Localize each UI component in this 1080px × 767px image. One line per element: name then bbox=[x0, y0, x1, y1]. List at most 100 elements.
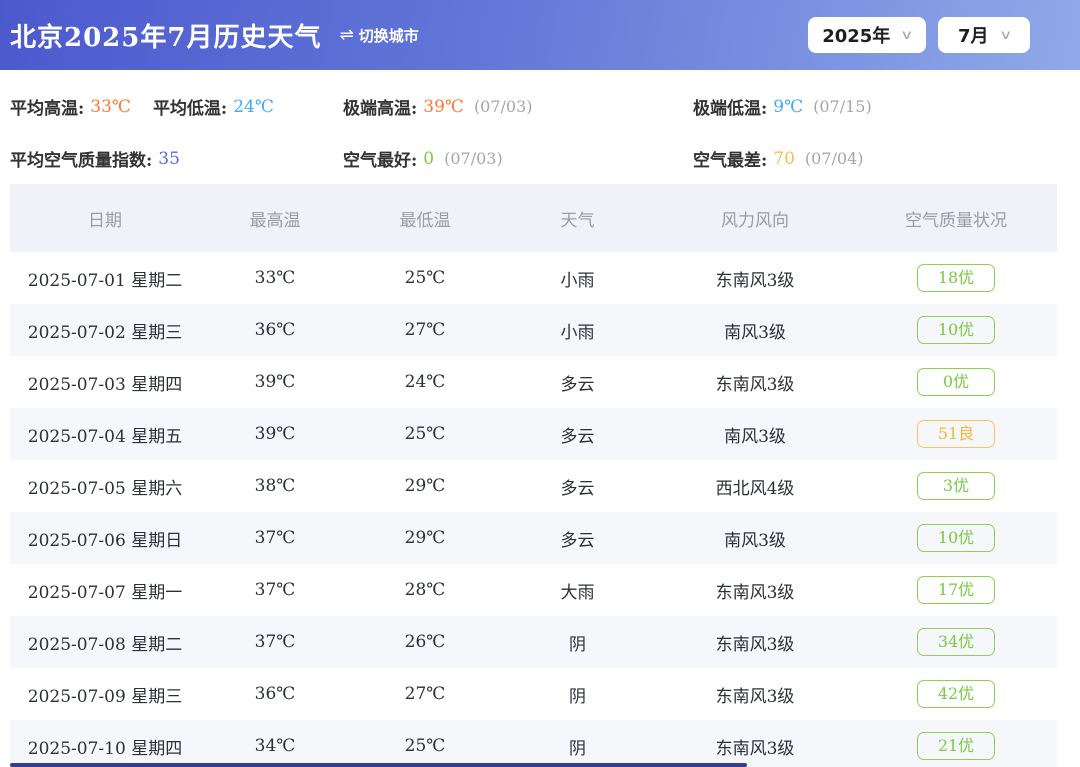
stat-best-air: 空气最好: 0 (07/03) bbox=[343, 148, 503, 172]
table-row: 2025-07-03 星期四 39℃ 24℃ 多云 东南风3级 0优 bbox=[10, 356, 1057, 408]
table-row: 2025-07-07 星期一 37℃ 28℃ 大雨 东南风3级 17优 bbox=[10, 564, 1057, 616]
weather-table: 日期 最高温 最低温 天气 风力风向 空气质量状况 2025-07-01 星期二… bbox=[10, 184, 1057, 767]
cell-aqi: 3优 bbox=[855, 460, 1057, 512]
table-row: 2025-07-05 星期六 38℃ 29℃ 多云 西北风4级 3优 bbox=[10, 460, 1057, 512]
cell-wind: 东南风3级 bbox=[715, 374, 795, 395]
cell-aqi: 10优 bbox=[855, 304, 1057, 356]
aqi-badge: 3优 bbox=[917, 472, 995, 500]
stat-avg-aqi: 平均空气质量指数: 35 bbox=[10, 148, 180, 172]
stat-avg-high: 平均高温: 33℃ bbox=[10, 96, 131, 120]
swap-arrows-icon: ⇌ bbox=[339, 25, 354, 45]
worst-air-value: 70 bbox=[773, 148, 795, 169]
cell-wind: 东南风3级 bbox=[655, 720, 855, 767]
col-header-date: 日期 bbox=[10, 184, 200, 252]
aqi-badge: 34优 bbox=[917, 628, 995, 656]
col-header-wind: 风力风向 bbox=[655, 184, 855, 252]
cell-low-temp: 25℃ bbox=[350, 720, 500, 767]
table-row: 2025-07-08 星期二 37℃ 26℃ 阴 东南风3级 34优 bbox=[10, 616, 1057, 668]
cell-high-temp: 38℃ bbox=[254, 476, 296, 496]
cell-low-temp: 28℃ bbox=[404, 580, 446, 600]
cell-date: 2025-07-02 星期三 bbox=[10, 304, 200, 356]
cell-weather: 阴 bbox=[569, 686, 586, 707]
aqi-badge: 17优 bbox=[917, 576, 995, 604]
cell-low-temp: 29℃ bbox=[350, 512, 500, 564]
cell-low-temp: 27℃ bbox=[404, 684, 446, 704]
cell-weather: 小雨 bbox=[560, 270, 595, 291]
chevron-down-icon: ∨ bbox=[900, 27, 914, 43]
cell-date: 2025-07-04 星期五 bbox=[10, 408, 200, 460]
cell-date: 2025-07-09 星期三 bbox=[27, 686, 183, 707]
cell-weather: 阴 bbox=[500, 720, 655, 767]
cell-date: 2025-07-10 星期四 bbox=[10, 720, 200, 767]
cell-weather: 多云 bbox=[500, 408, 655, 460]
cell-high-temp: 37℃ bbox=[200, 616, 350, 668]
extreme-high-value: 39℃ bbox=[423, 96, 464, 117]
cell-low-temp: 29℃ bbox=[404, 476, 446, 496]
table-row: 2025-07-01 星期二 33℃ 25℃ 小雨 东南风3级 18优 bbox=[10, 252, 1057, 304]
cell-date: 2025-07-05 星期六 bbox=[27, 478, 183, 499]
cell-date: 2025-07-06 星期日 bbox=[10, 512, 200, 564]
stat-extreme-high: 极端高温: 39℃ (07/03) bbox=[343, 96, 533, 120]
cell-weather: 多云 bbox=[560, 374, 595, 395]
cell-high-temp: 39℃ bbox=[254, 372, 296, 392]
avg-aqi-value: 35 bbox=[158, 148, 180, 169]
aqi-badge: 10优 bbox=[917, 524, 995, 552]
cell-date: 2025-07-03 星期四 bbox=[27, 374, 183, 395]
stat-extreme-low: 极端低温: 9℃ (07/15) bbox=[693, 96, 872, 120]
aqi-badge: 0优 bbox=[917, 368, 995, 396]
best-air-value: 0 bbox=[423, 148, 435, 169]
cell-weather: 多云 bbox=[560, 478, 595, 499]
extreme-high-date: (07/03) bbox=[473, 97, 533, 116]
cell-aqi: 21优 bbox=[855, 720, 1057, 767]
stat-avg-low: 平均低温: 24℃ bbox=[152, 96, 274, 120]
cell-wind: 南风3级 bbox=[655, 512, 855, 564]
col-header-aqi: 空气质量状况 bbox=[855, 184, 1057, 252]
aqi-badge: 10优 bbox=[917, 316, 995, 344]
table-row: 2025-07-09 星期三 36℃ 27℃ 阴 东南风3级 42优 bbox=[10, 668, 1057, 720]
aqi-badge: 51良 bbox=[917, 420, 995, 448]
weather-table-container: 日期 最高温 最低温 天气 风力风向 空气质量状况 2025-07-01 星期二… bbox=[10, 184, 1057, 767]
year-select[interactable]: 2025年 ∨ bbox=[808, 17, 926, 53]
cell-weather: 多云 bbox=[500, 512, 655, 564]
col-header-weather: 天气 bbox=[500, 184, 655, 252]
cell-wind: 东南风3级 bbox=[655, 616, 855, 668]
cell-high-temp: 37℃ bbox=[200, 512, 350, 564]
aqi-badge: 18优 bbox=[917, 264, 995, 292]
month-select-value: 7月 bbox=[957, 26, 989, 47]
table-row: 2025-07-06 星期日 37℃ 29℃ 多云 南风3级 10优 bbox=[10, 512, 1057, 564]
aqi-badge: 21优 bbox=[917, 732, 995, 760]
cell-aqi: 34优 bbox=[855, 616, 1057, 668]
cell-high-temp: 34℃ bbox=[200, 720, 350, 767]
page-banner: 北京2025年7月历史天气 ⇌ 切换城市 2025年 ∨ 7月 ∨ bbox=[0, 0, 1080, 70]
cell-low-temp: 27℃ bbox=[350, 304, 500, 356]
col-header-low: 最低温 bbox=[350, 184, 500, 252]
year-select-value: 2025年 bbox=[822, 26, 891, 47]
chevron-down-icon: ∨ bbox=[998, 27, 1012, 43]
stat-worst-air: 空气最差: 70 (07/04) bbox=[693, 148, 864, 172]
table-row: 2025-07-10 星期四 34℃ 25℃ 阴 东南风3级 21优 bbox=[10, 720, 1057, 767]
cell-wind: 南风3级 bbox=[655, 304, 855, 356]
extreme-low-date: (07/15) bbox=[813, 97, 872, 116]
cell-aqi: 10优 bbox=[855, 512, 1057, 564]
cell-aqi: 51良 bbox=[855, 408, 1057, 460]
page-title: 北京2025年7月历史天气 bbox=[10, 22, 322, 53]
cell-low-temp: 25℃ bbox=[404, 268, 446, 288]
horizontal-scrollbar-thumb[interactable] bbox=[10, 763, 747, 767]
cell-wind: 东南风3级 bbox=[715, 582, 795, 603]
month-select[interactable]: 7月 ∨ bbox=[938, 17, 1030, 53]
cell-weather: 阴 bbox=[500, 616, 655, 668]
avg-high-value: 33℃ bbox=[90, 96, 131, 117]
cell-weather: 小雨 bbox=[500, 304, 655, 356]
cell-date: 2025-07-01 星期二 bbox=[27, 270, 183, 291]
cell-high-temp: 33℃ bbox=[254, 268, 296, 288]
col-header-high: 最高温 bbox=[200, 184, 350, 252]
avg-low-value: 24℃ bbox=[233, 96, 274, 117]
aqi-badge: 42优 bbox=[917, 680, 995, 708]
switch-city-label: 切换城市 bbox=[358, 26, 419, 45]
cell-high-temp: 36℃ bbox=[200, 304, 350, 356]
switch-city-link[interactable]: ⇌ 切换城市 bbox=[339, 25, 418, 46]
table-row: 2025-07-02 星期三 36℃ 27℃ 小雨 南风3级 10优 bbox=[10, 304, 1057, 356]
cell-low-temp: 26℃ bbox=[350, 616, 500, 668]
cell-aqi: 18优 bbox=[855, 252, 1057, 304]
cell-high-temp: 39℃ bbox=[200, 408, 350, 460]
